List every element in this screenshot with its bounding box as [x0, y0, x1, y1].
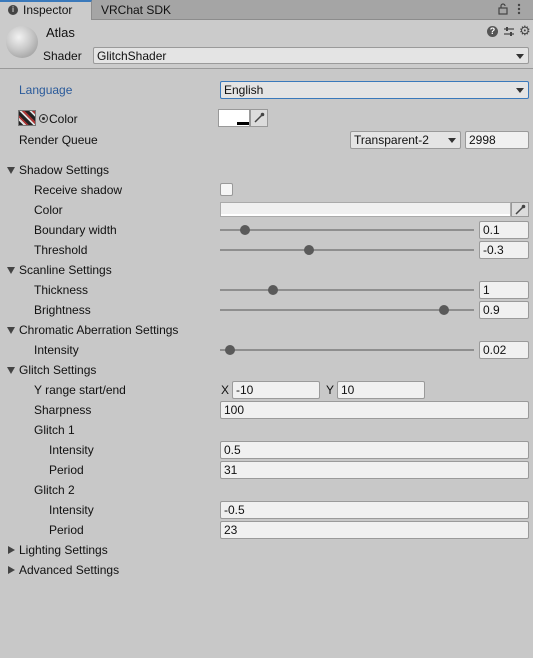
glitch-settings-foldout[interactable]: Glitch Settings	[19, 360, 96, 380]
receive-shadow-label: Receive shadow	[34, 183, 123, 197]
glitch1-period-label: Period	[49, 463, 84, 477]
eyedropper-icon[interactable]	[511, 202, 529, 217]
shadow-color-label: Color	[34, 203, 63, 217]
language-value: English	[224, 83, 264, 97]
language-dropdown[interactable]: English	[220, 81, 529, 99]
language-label: Language	[19, 83, 73, 97]
lock-icon[interactable]	[497, 3, 509, 17]
chromatic-intensity-label: Intensity	[34, 343, 79, 357]
threshold-slider-knob[interactable]	[303, 245, 314, 255]
chromatic-intensity-field[interactable]: 0.02	[479, 341, 529, 359]
foldout-expanded-icon[interactable]	[7, 327, 15, 334]
receive-shadow-checkbox[interactable]	[220, 183, 233, 196]
glitch1-intensity-field[interactable]: 0.5	[220, 441, 529, 459]
foldout-expanded-icon[interactable]	[7, 267, 15, 274]
target-icon[interactable]	[39, 114, 48, 123]
glitch1-period-field[interactable]: 31	[220, 461, 529, 479]
brightness-slider-track[interactable]	[220, 309, 474, 311]
shadow-settings-foldout[interactable]: Shadow Settings	[19, 160, 109, 180]
glitch2-period-field[interactable]: 23	[220, 521, 529, 539]
x-label: X	[221, 383, 230, 397]
material-preview-thumbnail	[6, 26, 38, 58]
foldout-expanded-icon[interactable]	[7, 167, 15, 174]
threshold-slider-track[interactable]	[220, 249, 474, 251]
render-queue-label: Render Queue	[19, 133, 98, 147]
thickness-slider-track[interactable]	[220, 289, 474, 291]
tab-inspector[interactable]: i Inspector	[0, 0, 92, 20]
render-queue-field[interactable]: 2998	[465, 131, 529, 149]
scanline-settings-foldout[interactable]: Scanline Settings	[19, 260, 112, 280]
render-queue-dropdown-value: Transparent-2	[354, 133, 429, 147]
shader-value: GlitchShader	[97, 49, 167, 63]
tab-vrchat-sdk-label: VRChat SDK	[101, 3, 172, 17]
header-divider	[0, 68, 533, 69]
brightness-slider-knob[interactable]	[438, 305, 449, 315]
settings-icon[interactable]: ⚙	[519, 24, 531, 37]
glitch2-period-label: Period	[49, 523, 84, 537]
glitch1-intensity-label: Intensity	[49, 443, 94, 457]
boundary-width-label: Boundary width	[34, 223, 117, 237]
color-label: Color	[49, 112, 78, 126]
brightness-label: Brightness	[34, 303, 91, 317]
color-swatch[interactable]	[218, 109, 250, 127]
chevron-down-icon	[448, 138, 456, 143]
chevron-down-icon	[516, 54, 524, 59]
help-icon[interactable]: ?	[487, 26, 498, 37]
y-range-end-field[interactable]: 10	[337, 381, 425, 399]
glitch2-intensity-field[interactable]: -0.5	[220, 501, 529, 519]
tab-bar: i Inspector VRChat SDK	[0, 0, 533, 20]
thickness-field[interactable]: 1	[479, 281, 529, 299]
lighting-settings-foldout[interactable]: Lighting Settings	[19, 540, 108, 560]
chromatic-aberration-foldout[interactable]: Chromatic Aberration Settings	[19, 320, 178, 340]
glitch2-intensity-label: Intensity	[49, 503, 94, 517]
thickness-label: Thickness	[34, 283, 89, 297]
preset-icon[interactable]	[503, 26, 515, 38]
eyedropper-icon[interactable]	[250, 109, 268, 127]
render-queue-dropdown[interactable]: Transparent-2	[350, 131, 461, 149]
boundary-width-field[interactable]: 0.1	[479, 221, 529, 239]
threshold-label: Threshold	[34, 243, 88, 257]
foldout-collapsed-icon[interactable]	[8, 566, 15, 574]
thickness-slider-knob[interactable]	[268, 285, 279, 295]
shader-label: Shader	[43, 49, 82, 63]
material-name: Atlas	[46, 25, 75, 40]
sharpness-field[interactable]: 100	[220, 401, 529, 419]
shader-dropdown[interactable]: GlitchShader	[93, 47, 529, 64]
boundary-width-slider-knob[interactable]	[240, 225, 251, 235]
more-menu-icon[interactable]	[514, 3, 524, 17]
tab-vrchat-sdk[interactable]: VRChat SDK	[101, 0, 191, 20]
foldout-expanded-icon[interactable]	[7, 367, 15, 374]
threshold-field[interactable]: -0.3	[479, 241, 529, 259]
shadow-color-swatch[interactable]	[220, 202, 511, 217]
tab-inspector-label: Inspector	[23, 3, 73, 17]
chevron-down-icon	[516, 88, 524, 93]
chromatic-intensity-slider-knob[interactable]	[225, 345, 236, 355]
material-header: Atlas Shader GlitchShader ? ⚙	[0, 20, 533, 68]
chromatic-intensity-slider-track[interactable]	[220, 349, 474, 351]
glitch1-label: Glitch 1	[34, 423, 75, 437]
glitch2-label: Glitch 2	[34, 483, 75, 497]
sharpness-label: Sharpness	[34, 403, 92, 417]
foldout-collapsed-icon[interactable]	[8, 546, 15, 554]
info-icon: i	[8, 5, 18, 15]
y-range-start-field[interactable]: -10	[232, 381, 320, 399]
brightness-field[interactable]: 0.9	[479, 301, 529, 319]
boundary-width-slider-track[interactable]	[220, 229, 474, 231]
advanced-settings-foldout[interactable]: Advanced Settings	[19, 560, 119, 580]
texture-slot-thumbnail[interactable]	[18, 110, 36, 126]
y-label: Y	[326, 383, 335, 397]
y-range-label: Y range start/end	[34, 383, 126, 397]
